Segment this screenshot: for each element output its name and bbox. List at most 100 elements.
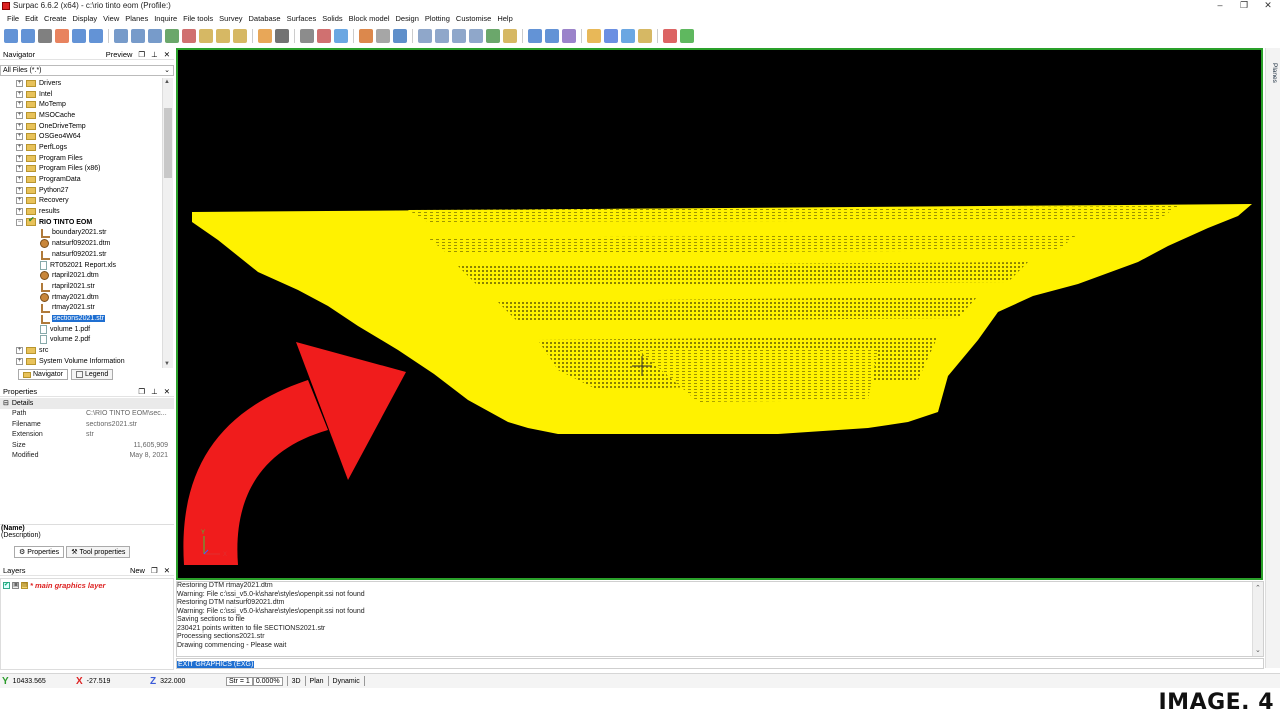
- menu-edit[interactable]: Edit: [22, 14, 41, 23]
- menu-surfaces[interactable]: Surfaces: [284, 14, 320, 23]
- tree-item[interactable]: volume 1.pdf: [0, 324, 162, 335]
- menu-survey[interactable]: Survey: [216, 14, 245, 23]
- mode-3d[interactable]: 3D: [292, 678, 301, 685]
- menu-file-tools[interactable]: File tools: [180, 14, 216, 23]
- menu-design[interactable]: Design: [393, 14, 422, 23]
- tree-item[interactable]: rtmay2021.str: [0, 302, 162, 314]
- expand-icon[interactable]: +: [16, 79, 23, 87]
- float-panel-icon[interactable]: ❐: [151, 566, 158, 575]
- toolbar-tool-icon-27[interactable]: [486, 29, 500, 43]
- toolbar-tool-icon-5[interactable]: [72, 29, 86, 43]
- expand-icon[interactable]: +: [16, 197, 23, 205]
- pin-icon[interactable]: ⊥: [151, 50, 158, 59]
- toolbar-tool-icon-9[interactable]: [148, 29, 162, 43]
- scroll-up-icon[interactable]: ▲: [164, 79, 170, 85]
- preview-toggle[interactable]: Preview: [106, 50, 133, 59]
- mode-dynamic[interactable]: Dynamic: [333, 678, 360, 685]
- menu-block-model[interactable]: Block model: [346, 14, 393, 23]
- tab-navigator[interactable]: Navigator: [18, 369, 68, 380]
- tree-item[interactable]: + System Volume Information: [0, 356, 162, 367]
- layer-select-icon[interactable]: ▣: [12, 582, 19, 589]
- menu-create[interactable]: Create: [41, 14, 70, 23]
- tree-item[interactable]: rtapril2021.str: [0, 281, 162, 292]
- close-button[interactable]: ✕: [1256, 0, 1280, 11]
- string-number[interactable]: Str = 1: [226, 676, 253, 686]
- toolbar-tool-icon-29[interactable]: [528, 29, 542, 43]
- close-panel-icon[interactable]: ✕: [164, 566, 170, 575]
- expand-icon[interactable]: +: [16, 186, 23, 194]
- layer-visible-checkbox[interactable]: ✔: [3, 582, 10, 589]
- expand-icon[interactable]: +: [16, 208, 23, 216]
- tree-item[interactable]: + Python27: [0, 185, 162, 196]
- toolbar-tool-icon-15[interactable]: [258, 29, 272, 43]
- toolbar-tool-icon-35[interactable]: [638, 29, 652, 43]
- toolbar-tool-icon-11[interactable]: [182, 29, 196, 43]
- expand-icon[interactable]: +: [16, 90, 23, 98]
- toolbar-tool-icon-1[interactable]: [4, 29, 18, 43]
- toolbar-tool-icon-20[interactable]: [359, 29, 373, 43]
- menu-customise[interactable]: Customise: [453, 14, 494, 23]
- property-row[interactable]: Size 11,605,909: [0, 440, 174, 451]
- minimize-button[interactable]: –: [1208, 0, 1232, 11]
- menu-planes[interactable]: Planes: [122, 14, 151, 23]
- tree-item[interactable]: natsurf092021.dtm: [0, 238, 162, 249]
- collapse-icon[interactable]: −: [16, 218, 23, 226]
- layer-item[interactable]: ✔ ▣ ▤ * main graphics layer: [1, 579, 173, 592]
- float-panel-icon[interactable]: ❐: [138, 387, 145, 396]
- expand-icon[interactable]: +: [16, 176, 23, 184]
- expand-icon[interactable]: +: [16, 347, 23, 355]
- tree-item[interactable]: + results: [0, 206, 162, 217]
- tree-item[interactable]: + Program Files: [0, 153, 162, 164]
- toolbar-tool-icon-7[interactable]: [114, 29, 128, 43]
- tree-item[interactable]: rtapril2021.dtm: [0, 270, 162, 281]
- tree-item[interactable]: + Recovery: [0, 196, 162, 207]
- toolbar-tool-icon-24[interactable]: [435, 29, 449, 43]
- float-panel-icon[interactable]: ❐: [138, 50, 145, 59]
- zoom-percent[interactable]: 0.000%: [252, 676, 283, 686]
- close-panel-icon[interactable]: ✕: [164, 50, 170, 59]
- toolbar-tool-icon-4[interactable]: [55, 29, 69, 43]
- menu-help[interactable]: Help: [494, 14, 515, 23]
- toolbar-tool-icon-31[interactable]: [562, 29, 576, 43]
- toolbar-tool-icon-3[interactable]: [38, 29, 52, 43]
- toolbar-tool-icon-37[interactable]: [680, 29, 694, 43]
- new-layer-button[interactable]: New: [130, 566, 145, 575]
- details-section[interactable]: ⊟ Details: [0, 398, 174, 409]
- toolbar-tool-icon-36[interactable]: [663, 29, 677, 43]
- tree-item[interactable]: rtmay2021.dtm: [0, 292, 162, 303]
- toolbar-tool-icon-8[interactable]: [131, 29, 145, 43]
- tree-item[interactable]: + OneDriveTemp: [0, 121, 162, 132]
- tree-item[interactable]: + Intel: [0, 89, 162, 100]
- toolbar-tool-icon-34[interactable]: [621, 29, 635, 43]
- expand-icon[interactable]: +: [16, 357, 23, 365]
- toolbar-tool-icon-23[interactable]: [418, 29, 432, 43]
- menu-view[interactable]: View: [100, 14, 122, 23]
- scroll-up-icon[interactable]: ⌃: [1255, 584, 1261, 592]
- property-row[interactable]: Filename sections2021.str: [0, 419, 174, 430]
- tab-tool-properties[interactable]: ⚒ Tool properties: [66, 546, 131, 558]
- toolbar-tool-icon-21[interactable]: [376, 29, 390, 43]
- expand-icon[interactable]: +: [16, 154, 23, 162]
- scroll-thumb[interactable]: [164, 108, 172, 178]
- graphics-viewport[interactable]: Y X: [176, 48, 1263, 580]
- toolbar-tool-icon-17[interactable]: [300, 29, 314, 43]
- tab-legend[interactable]: Legend: [70, 369, 114, 380]
- expand-icon[interactable]: +: [16, 101, 23, 109]
- tree-item[interactable]: boundary2021.str: [0, 228, 162, 239]
- tree-item[interactable]: + src: [0, 345, 162, 356]
- scroll-down-icon[interactable]: ▼: [164, 361, 170, 367]
- toolbar-tool-icon-18[interactable]: [317, 29, 331, 43]
- tree-item[interactable]: + Program Files (x86): [0, 164, 162, 175]
- toolbar-tool-icon-19[interactable]: [334, 29, 348, 43]
- menu-database[interactable]: Database: [246, 14, 284, 23]
- property-row[interactable]: Extension str: [0, 430, 174, 441]
- toolbar-tool-icon-13[interactable]: [216, 29, 230, 43]
- expand-icon[interactable]: +: [16, 143, 23, 151]
- tree-item[interactable]: natsurf092021.str: [0, 249, 162, 260]
- menu-plotting[interactable]: Plotting: [422, 14, 453, 23]
- tree-item[interactable]: RT052021 Report.xls: [0, 260, 162, 271]
- toolbar-tool-icon-16[interactable]: [275, 29, 289, 43]
- toolbar-tool-icon-2[interactable]: [21, 29, 35, 43]
- tree-item[interactable]: sections2021.str: [0, 313, 162, 324]
- tree-item[interactable]: + ProgramData: [0, 174, 162, 185]
